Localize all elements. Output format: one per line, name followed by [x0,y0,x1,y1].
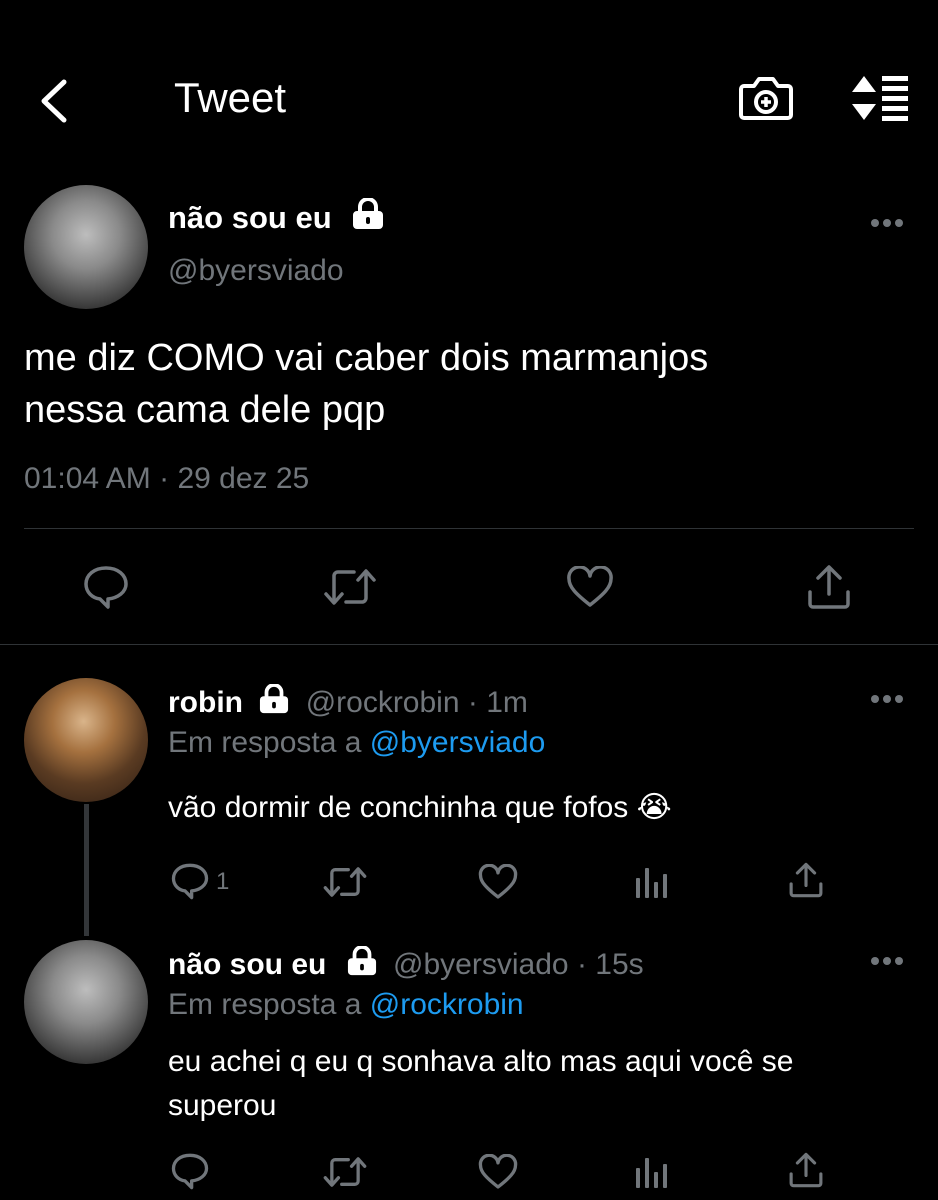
heart-icon [478,864,518,899]
reply-count: 1 [216,868,230,895]
retweet-icon [323,1157,367,1187]
retweet-icon [324,569,376,605]
lock-icon [350,198,386,230]
share-icon [808,565,850,609]
share-icon [789,1152,823,1188]
tweet-text: me diz COMO vai caber dois marmanjos nes… [24,332,708,436]
sort-button[interactable] [848,74,912,122]
camera-add-icon [739,77,793,120]
analytics-icon [636,868,667,898]
tweet-date: 29 dez 25 [177,462,310,495]
avatar[interactable] [24,678,148,802]
retweet-button[interactable] [322,566,378,608]
retweet-button[interactable] [322,1154,368,1190]
share-icon [789,862,823,898]
replying-to-label: Em resposta a [168,726,362,759]
more-options-icon[interactable] [870,694,904,704]
dot-separator: · [576,948,587,981]
back-button[interactable] [28,72,84,128]
avatar[interactable] [24,940,148,1064]
tweet-time: 01:04 AM [24,462,151,495]
reply-text-line: eu achei q eu q sonhava alto mas aqui vo… [168,1045,794,1078]
more-options-icon[interactable] [870,956,904,966]
user-handle[interactable]: @byersviado [393,948,569,981]
user-handle[interactable]: @byersviado [168,254,344,288]
display-name: robin [168,686,243,719]
comment-icon [84,566,128,609]
display-name: não sou eu [168,948,327,981]
chevron-left-icon [41,79,67,123]
reply-header: não sou eu @byersviado · 15s [168,946,644,982]
reply-button[interactable] [170,1152,210,1190]
author-name-row: não sou eu [168,198,386,236]
avatar[interactable] [24,185,148,309]
dot-separator: · [467,686,478,719]
comment-icon [171,1153,209,1190]
share-button[interactable] [806,564,852,610]
retweet-icon [323,867,367,897]
sort-list-icon [852,76,908,121]
reply-age: 15s [595,948,644,981]
more-options-icon[interactable] [870,218,904,228]
tweet-text-line: nessa cama dele pqp [24,389,386,431]
display-name: não sou eu [168,200,332,235]
replying-to-link[interactable]: @rockrobin [370,988,524,1021]
share-button[interactable] [788,1152,824,1188]
tweet-timestamp: 01:04 AM · 29 dez 25 [24,462,309,496]
analytics-button[interactable] [634,864,668,900]
like-button[interactable] [478,864,518,900]
reply-button[interactable] [170,862,210,900]
like-button[interactable] [478,1154,518,1190]
thread-line [84,804,89,936]
heart-icon [478,1154,518,1189]
lock-icon [257,684,291,714]
replying-to-link[interactable]: @byersviado [370,726,546,759]
analytics-icon [636,1158,667,1188]
comment-icon [171,863,209,900]
reply-text-line: superou [168,1089,277,1122]
lock-icon [345,946,379,976]
analytics-button[interactable] [634,1154,668,1190]
user-handle[interactable]: @rockrobin [306,686,460,719]
replying-to: Em resposta a @byersviado [168,726,545,760]
retweet-button[interactable] [322,864,368,900]
dot-separator: · [159,462,170,495]
reply-header: robin @rockrobin · 1m [168,684,528,720]
reply-text: eu achei q eu q sonhava alto mas aqui vo… [168,1040,793,1128]
reply-age: 1m [486,686,528,719]
tweet-text-line: me diz COMO vai caber dois marmanjos [24,337,709,379]
page-title: Tweet [174,74,287,121]
replying-to-label: Em resposta a [168,988,362,1021]
camera-button[interactable] [738,72,794,124]
replying-to: Em resposta a @rockrobin [168,988,524,1022]
heart-icon [567,566,613,607]
divider [24,528,914,529]
reply-text: vão dormir de conchinha que fofos 😭 [168,791,672,824]
reply-button[interactable] [82,564,130,610]
share-button[interactable] [788,862,824,898]
divider [0,644,938,645]
like-button[interactable] [566,566,614,608]
